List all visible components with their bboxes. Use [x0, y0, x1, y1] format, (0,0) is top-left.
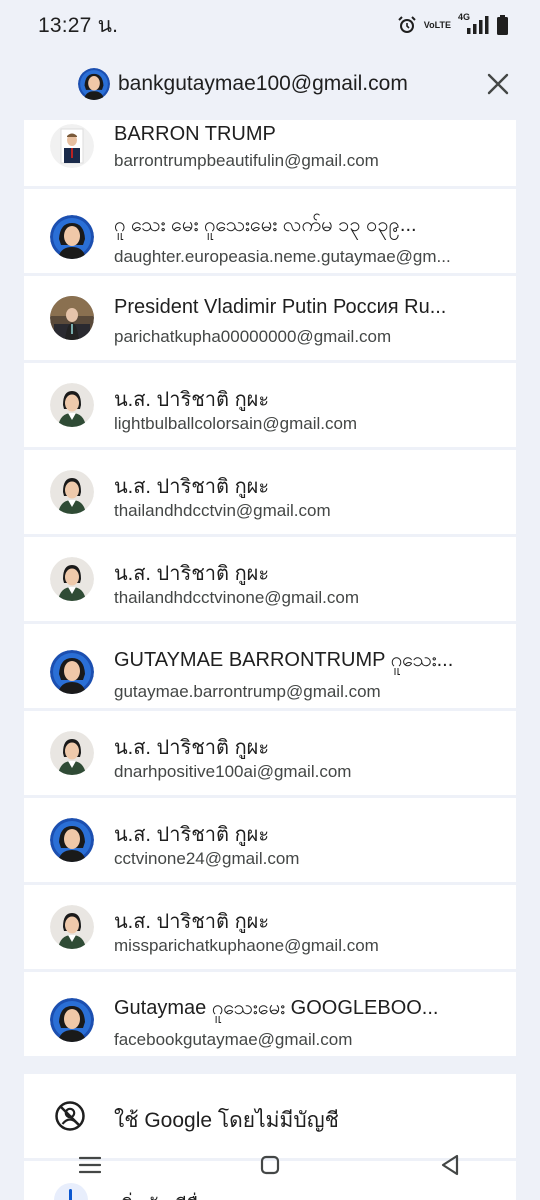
battery-icon [497, 15, 508, 35]
account-avatar [50, 905, 94, 949]
account-item[interactable]: น.ส. ปาริชาติ กูผะ dnarhpositive100ai@gm… [24, 711, 516, 795]
close-button[interactable] [482, 68, 514, 100]
account-name: น.ส. ปาริชาติ กูผะ [114, 476, 270, 498]
account-name: น.ส. ปาริชาติ กูผะ [114, 824, 270, 846]
current-account-avatar [78, 68, 110, 100]
account-email: parichatkupha00000000@gmail.com [114, 327, 392, 346]
account-name: น.ส. ปาริชาติ กูผะ [114, 737, 270, 759]
status-time: 13:27 น. [38, 13, 119, 37]
account-avatar [50, 818, 94, 862]
account-name: น.ส. ปาริชาติ กูผะ [114, 911, 270, 933]
account-item[interactable]: Gutaymae ဂူသေးမေး GOOGLEBOO... facebookg… [24, 972, 516, 1056]
account-email: gutaymae.barrontrump@gmail.com [114, 682, 381, 701]
account-email: daughter.europeasia.neme.gutaymae@gm... [114, 247, 451, 266]
signal-icon: 4G [458, 12, 490, 34]
menu-icon [79, 1156, 101, 1174]
account-item[interactable]: President Vladimir Putin Россия Ru... pa… [24, 276, 516, 360]
navigation-bar [0, 1140, 540, 1190]
account-avatar [50, 215, 94, 259]
account-avatar [50, 557, 94, 601]
account-name: น.ส. ปาริชาติ กูผะ [114, 389, 270, 411]
no-account-icon [55, 1101, 85, 1131]
volte-icon: Vo LTE [423, 19, 451, 30]
account-item[interactable]: น.ส. ปาริชาติ กูผะ lightbulballcolorsain… [24, 363, 516, 447]
account-item[interactable]: BARRON TRUMP barrontrumpbeautifulin@gmai… [24, 120, 516, 186]
account-item[interactable]: ဂူ သေး မေး ဂူသေးမေး လက်မ ၁၃ ၀၃၉... daugh… [24, 189, 516, 273]
account-email: barrontrumpbeautifulin@gmail.com [114, 151, 379, 170]
alarm-icon [397, 15, 417, 35]
network-type: 4G [457, 12, 470, 22]
account-email: facebookgutaymae@gmail.com [114, 1030, 353, 1049]
account-name: BARRON TRUMP [114, 123, 276, 145]
account-avatar [50, 124, 94, 168]
status-icons: Vo LTE 4G [397, 12, 508, 35]
account-avatar [50, 998, 94, 1042]
account-header: bankgutaymae100@gmail.com [0, 50, 540, 120]
account-name: Gutaymae ဂူသေးမေး GOOGLEBOO... [114, 997, 439, 1019]
account-email: missparichatkuphaone@gmail.com [114, 936, 379, 955]
account-name: ဂူ သေး မေး ဂူသေးမေး လက်မ ၁၃ ၀၃၉... [114, 214, 417, 236]
account-avatar [50, 383, 94, 427]
recent-apps-button[interactable] [60, 1145, 120, 1185]
back-button[interactable] [420, 1145, 480, 1185]
add-account-label: เพิ่มบัญชีอื่น [114, 1191, 211, 1200]
account-email: thailandhdcctvinone@gmail.com [114, 588, 359, 607]
home-button[interactable] [240, 1145, 300, 1185]
home-icon [260, 1155, 280, 1175]
current-account-email: bankgutaymae100@gmail.com [118, 72, 408, 95]
account-avatar [50, 296, 94, 340]
account-list: BARRON TRUMP barrontrumpbeautifulin@gmai… [24, 120, 516, 1200]
account-avatar [50, 731, 94, 775]
account-name: President Vladimir Putin Россия Ru... [114, 296, 447, 318]
account-item[interactable]: น.ส. ปาริชาติ กูผะ thailandhdcctvinone@g… [24, 537, 516, 621]
status-bar: 13:27 น. Vo LTE 4G [0, 0, 540, 50]
close-icon [487, 73, 509, 95]
account-item[interactable]: น.ส. ปาริชาติ กูผะ thailandhdcctvin@gmai… [24, 450, 516, 534]
account-avatar [50, 650, 94, 694]
account-avatar [50, 470, 94, 514]
account-item[interactable]: น.ส. ปาริชาติ กูผะ cctvinone24@gmail.com [24, 798, 516, 882]
account-email: dnarhpositive100ai@gmail.com [114, 762, 352, 781]
use-without-account-label: ใช้ Google โดยไม่มีบัญชี [114, 1109, 339, 1132]
account-item[interactable]: น.ส. ปาริชาติ กูผะ missparichatkuphaone@… [24, 885, 516, 969]
account-email: thailandhdcctvin@gmail.com [114, 501, 331, 520]
account-name: GUTAYMAE BARRONTRUMP ဂူသေး... [114, 649, 454, 671]
account-email: cctvinone24@gmail.com [114, 849, 300, 868]
account-name: น.ส. ปาริชาติ กูผะ [114, 563, 270, 585]
account-item[interactable]: GUTAYMAE BARRONTRUMP ဂူသေး... gutaymae.b… [24, 624, 516, 708]
account-email: lightbulballcolorsain@gmail.com [114, 414, 358, 433]
back-icon [441, 1154, 459, 1176]
